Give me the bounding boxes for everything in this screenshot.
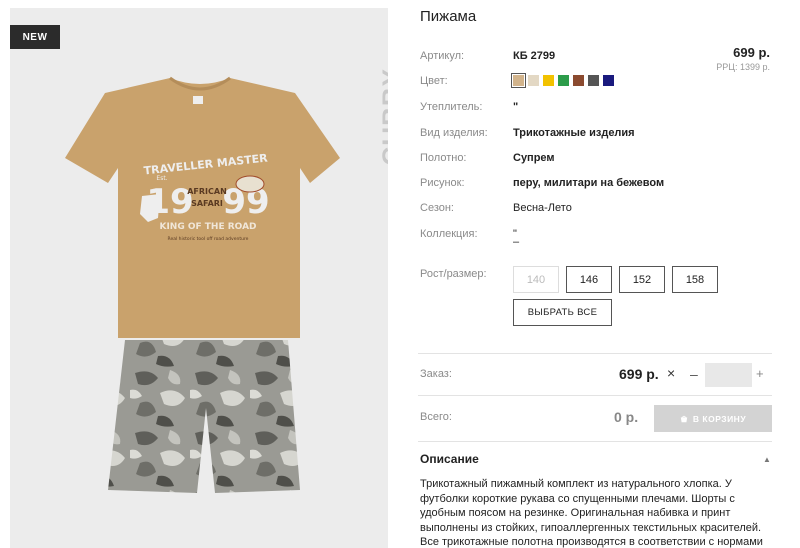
cart-icon: [680, 415, 688, 422]
increase-qty-button[interactable]: +: [756, 366, 764, 381]
spec-label: Сезон:: [420, 202, 454, 214]
add-to-cart-label: В КОРЗИНУ: [692, 413, 747, 424]
total-label: Всего:: [420, 411, 452, 423]
print-line3: KING OF THE ROAD: [159, 222, 256, 232]
chevron-up-icon[interactable]: ▲: [763, 455, 771, 464]
color-swatch[interactable]: [558, 75, 569, 86]
spec-label: Коллекция:: [420, 228, 478, 240]
description-title[interactable]: Описание: [420, 452, 479, 466]
size-options: 140 146 152 158: [513, 266, 718, 293]
order-price: 699 р.: [619, 366, 659, 382]
divider: [418, 395, 772, 396]
times-icon: ×: [667, 365, 676, 381]
size-label: Рост/размер:: [420, 268, 487, 280]
new-badge: NEW: [10, 25, 60, 49]
total-value: 0 р.: [614, 409, 639, 425]
spec-value: Супрем: [513, 152, 555, 164]
divider: [418, 353, 772, 354]
spec-value: перу, милитари на бежевом: [513, 177, 665, 189]
description-text: Трикотажный пижамный комплект из натурал…: [420, 478, 763, 548]
spec-value: Трикотажные изделия: [513, 127, 635, 139]
spec-label: Цвет:: [420, 75, 448, 87]
print-est: Est.: [156, 175, 167, 182]
brand-watermark: CUBBY: [376, 68, 388, 166]
pajama-illustration: TRAVELLER MASTER Est. 19 99 AFRICAN SAFA…: [65, 76, 340, 493]
spec-label: Полотно:: [420, 152, 467, 164]
size-option[interactable]: 146: [566, 266, 612, 293]
print-mid2: SAFARI: [191, 199, 223, 208]
spec-label: Утеплитель:: [420, 101, 483, 113]
product-price: 699 р.: [733, 45, 770, 60]
color-swatch[interactable]: [528, 75, 539, 86]
spec-value: Весна-Лето: [513, 202, 572, 214]
spec-label: Вид изделия:: [420, 127, 488, 139]
color-swatch[interactable]: [603, 75, 614, 86]
product-rrp: РРЦ: 1399 р.: [716, 62, 770, 72]
color-swatch[interactable]: [511, 73, 526, 88]
product-photo[interactable]: TRAVELLER MASTER Est. 19 99 AFRICAN SAFA…: [10, 8, 388, 548]
color-swatch[interactable]: [588, 75, 599, 86]
color-swatches: [511, 73, 614, 88]
spec-value: КБ 2799: [513, 50, 556, 62]
decrease-qty-button[interactable]: –: [690, 366, 698, 382]
order-label: Заказ:: [420, 368, 452, 380]
divider: [418, 441, 772, 442]
print-line4: Real historic tool off road adventure: [168, 236, 249, 242]
spec-label: Артикул:: [420, 50, 465, 62]
spec-label: Рисунок:: [420, 177, 465, 189]
quantity-input[interactable]: [705, 363, 752, 387]
product-title: Пижама: [420, 8, 477, 25]
print-mid1: AFRICAN: [187, 187, 227, 196]
add-to-cart-button[interactable]: В КОРЗИНУ: [654, 405, 772, 432]
color-swatch[interactable]: [543, 75, 554, 86]
spec-value-extra: –: [513, 236, 520, 248]
color-swatch[interactable]: [573, 75, 584, 86]
size-option[interactable]: 158: [672, 266, 718, 293]
size-option[interactable]: 152: [619, 266, 665, 293]
size-option: 140: [513, 266, 559, 293]
select-all-sizes-button[interactable]: ВЫБРАТЬ ВСЕ: [513, 299, 612, 326]
spec-value: ": [513, 101, 519, 113]
